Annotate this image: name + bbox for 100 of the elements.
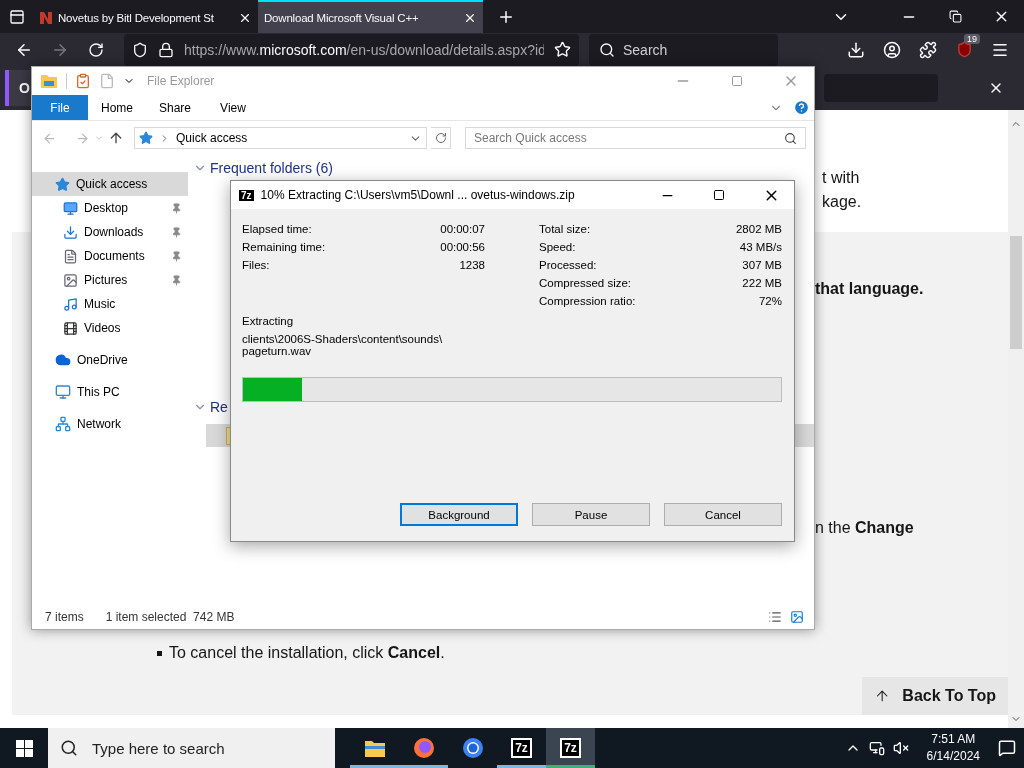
file-menu-button[interactable]: File: [32, 95, 88, 120]
search-icon: [784, 131, 797, 145]
tab-list-icon[interactable]: [8, 8, 25, 25]
page-text: kage.: [822, 192, 863, 212]
stat-label: Total size:: [539, 223, 591, 235]
7z-icon: 7z: [511, 738, 532, 758]
monitor-icon: [55, 384, 71, 400]
download-icon: [63, 224, 78, 240]
stat-value: 2802 MB: [735, 223, 782, 235]
pin-icon: [171, 274, 182, 286]
folder-icon: [363, 738, 386, 758]
star-icon: [139, 131, 153, 145]
large-icons-view-icon[interactable]: [790, 610, 804, 624]
search-icon: [60, 739, 78, 757]
page-text: n the Change: [815, 519, 915, 537]
7z-icon: 7z: [238, 188, 255, 202]
network-icon[interactable]: [868, 740, 885, 756]
page-text: t with: [822, 168, 861, 188]
window-title: File Explorer: [147, 74, 215, 88]
help-icon[interactable]: [793, 99, 810, 116]
music-icon: [63, 296, 78, 312]
search-field[interactable]: Type here to search: [48, 728, 335, 768]
up-icon[interactable]: [108, 130, 124, 146]
star-icon: [55, 176, 70, 192]
restore-icon[interactable]: [948, 10, 962, 23]
window-title: 10% Extracting C:\Users\vm5\Downl ... ovetus-windows.zip: [260, 188, 576, 202]
ribbon-tab[interactable]: Share: [146, 95, 204, 120]
shield-icon[interactable]: [132, 41, 148, 58]
status-text: Extracting: [242, 315, 294, 327]
puzzle-icon[interactable]: [919, 40, 937, 59]
address-field[interactable]: Quick access: [134, 127, 427, 149]
pin-icon: [171, 226, 182, 238]
stat-value: 1238: [459, 259, 485, 271]
properties-icon[interactable]: [75, 73, 91, 89]
account-icon[interactable]: [883, 40, 901, 59]
image-icon: [63, 272, 78, 288]
search-icon: [599, 41, 615, 58]
download-icon[interactable]: [847, 40, 865, 59]
scrollbar[interactable]: [1008, 110, 1024, 728]
count-badge: 19: [964, 33, 980, 44]
cloud-icon: [55, 352, 71, 368]
stat-value: 222 MB: [742, 277, 782, 289]
group-header[interactable]: Re: [210, 399, 228, 415]
stat-label: Speed:: [539, 241, 576, 253]
dialog-button[interactable]: Pause: [532, 503, 650, 526]
stat-label: Compression ratio:: [539, 295, 636, 307]
fox-globe-icon: [412, 737, 435, 759]
nav-item[interactable]: This PC: [32, 380, 188, 404]
nav-item[interactable]: Network: [32, 412, 188, 436]
monitor-icon: [63, 200, 78, 216]
browser-tab[interactable]: Novetus by Bitl Development St: [33, 0, 258, 33]
search-field[interactable]: Search Quick access: [465, 127, 806, 149]
muted-speaker-icon[interactable]: [892, 740, 909, 756]
file-path: clients\2006S-Shaders\content\sounds\ pageturn.wav: [242, 333, 444, 357]
page-text: that language.: [815, 279, 925, 299]
dialog-button[interactable]: Cancel: [664, 503, 782, 526]
scroll-thumb[interactable]: [1010, 236, 1022, 349]
ribbon-tab[interactable]: Home: [88, 95, 146, 120]
group-header[interactable]: Frequent folders (6): [210, 160, 333, 176]
notification-icon[interactable]: [998, 739, 1016, 757]
nav-item[interactable]: Pictures: [32, 268, 188, 292]
ring-icon: [461, 737, 484, 759]
maximize-icon[interactable]: [713, 189, 725, 201]
nav-item[interactable]: OneDrive: [32, 348, 188, 372]
clock[interactable]: 7:51 AM 6/14/2024: [916, 731, 990, 765]
bullet-icon: [157, 650, 162, 656]
nav-item[interactable]: Quick access: [32, 172, 188, 196]
reload-icon[interactable]: [88, 41, 104, 58]
network-icon: [55, 416, 71, 432]
dialog-button[interactable]: Background: [400, 503, 518, 526]
nav-item[interactable]: Videos: [32, 316, 188, 340]
stat-label: Files:: [242, 259, 270, 271]
ribbon-tab[interactable]: View: [204, 95, 262, 120]
search-field[interactable]: Search: [589, 33, 778, 66]
nav-item[interactable]: Documents: [32, 244, 188, 268]
stat-value: 43 MB/s: [739, 241, 782, 253]
stat-label: Processed:: [539, 259, 597, 271]
back-to-top-button[interactable]: Back To Top: [862, 677, 1008, 715]
pin-icon: [171, 202, 182, 214]
stat-value: 00:00:56: [440, 241, 485, 253]
lock-icon[interactable]: [158, 41, 174, 58]
browser-tab[interactable]: Download Microsoft Visual C++: [258, 0, 483, 33]
stat-value: 307 MB: [742, 259, 782, 271]
refresh-icon: [434, 132, 447, 144]
pin-icon: [171, 250, 182, 262]
folder-icon: [40, 73, 58, 89]
refresh-button[interactable]: [431, 127, 451, 149]
stat-label: Compressed size:: [539, 277, 632, 289]
stat-value: 72%: [758, 295, 782, 307]
details-view-icon[interactable]: [768, 610, 782, 624]
tab-favicon: [39, 10, 53, 25]
nav-item[interactable]: Desktop: [32, 196, 188, 220]
nav-item[interactable]: Music: [32, 292, 188, 316]
taskbar-app-button[interactable]: 7z: [546, 728, 595, 768]
nav-item[interactable]: Downloads: [32, 220, 188, 244]
star-icon[interactable]: [554, 41, 571, 58]
status-text: 1 item selected 742 MB: [105, 610, 235, 624]
7z-icon: 7z: [560, 738, 581, 758]
bullet-text: To cancel the installation, click Cancel.: [169, 643, 445, 663]
status-text: 7 items: [45, 610, 84, 624]
